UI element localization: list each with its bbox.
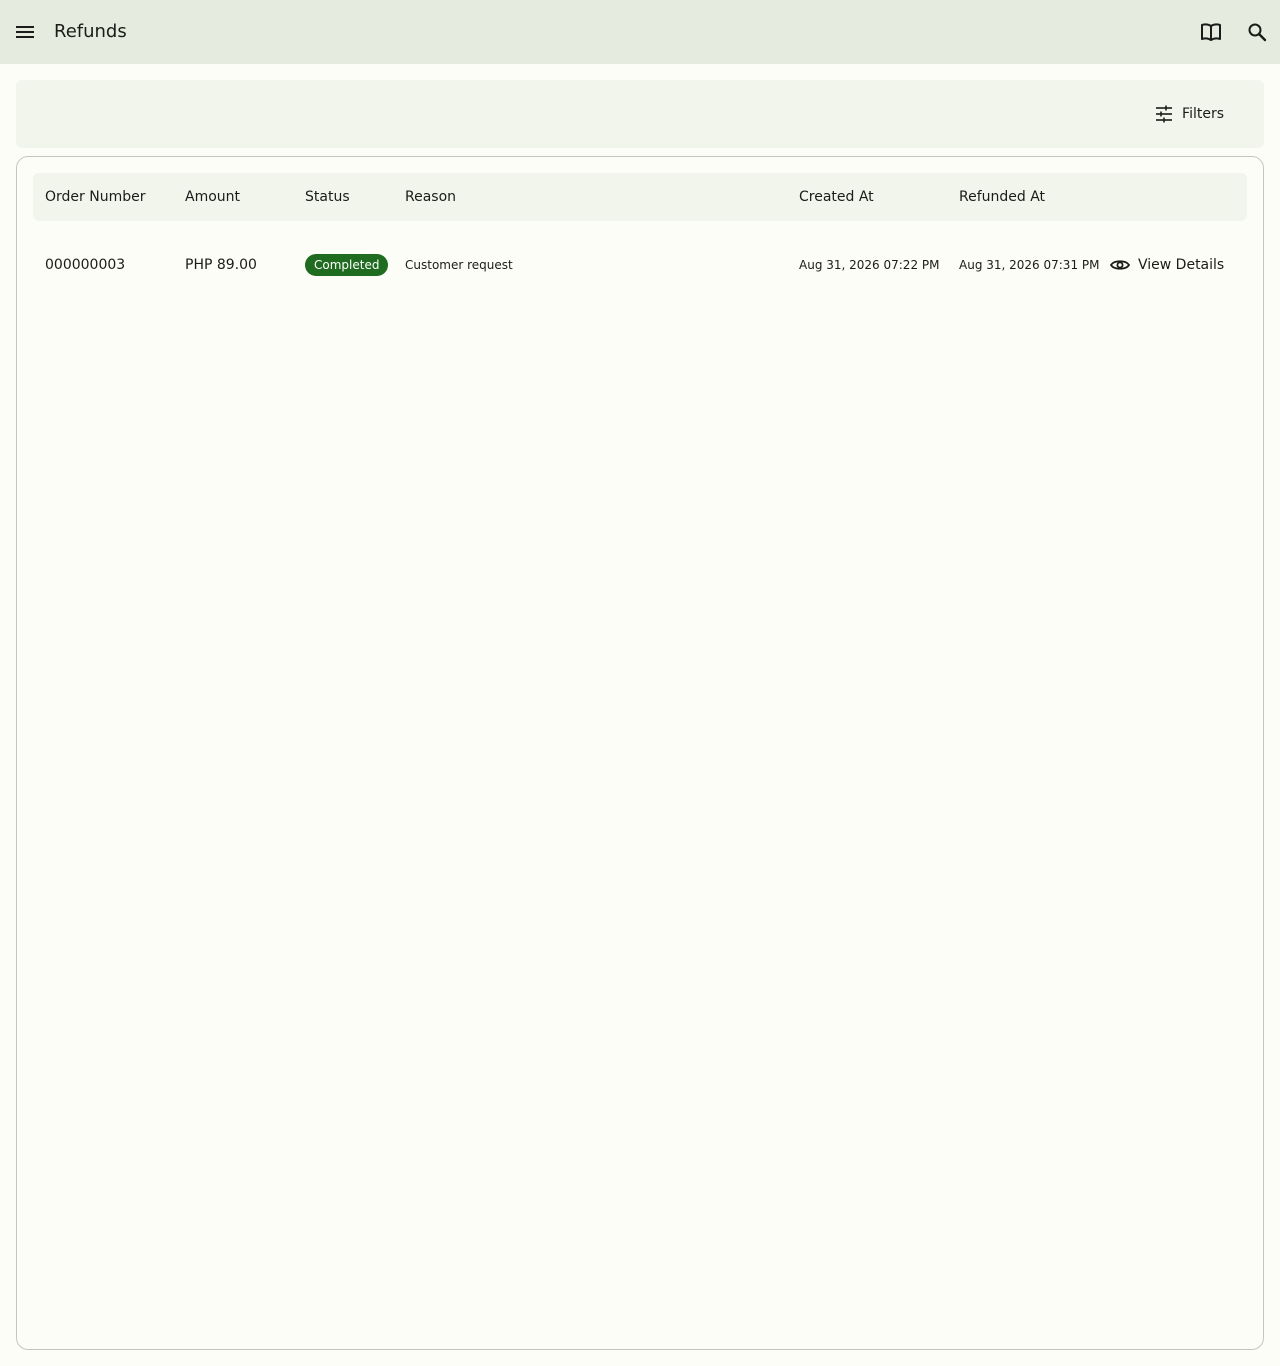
tune-icon (1156, 105, 1173, 123)
book-icon (1201, 23, 1221, 41)
column-refunded-at[interactable]: Refunded At (959, 173, 1045, 221)
view-details-button[interactable]: View Details (1110, 257, 1224, 273)
menu-button[interactable] (13, 20, 37, 44)
order-number-cell: 000000003 (45, 257, 126, 273)
column-order-number[interactable]: Order Number (45, 173, 145, 221)
table-row[interactable]: 000000003 PHP 89.00 Completed Customer r… (33, 237, 1247, 293)
created-at-cell: Aug 31, 2026 07:22 PM (799, 258, 940, 272)
actions-cell: View Details (1110, 237, 1224, 293)
search-icon (1248, 23, 1267, 42)
column-reason[interactable]: Reason (405, 173, 456, 221)
status-badge: Completed (305, 254, 389, 276)
refunds-table: Order Number Amount Status Reason Create… (16, 156, 1264, 1350)
filters-button[interactable]: Filters (1154, 102, 1224, 126)
column-created-at[interactable]: Created At (799, 173, 874, 221)
column-status[interactable]: Status (305, 173, 350, 221)
app-bar: Refunds (0, 0, 1280, 64)
filter-bar: Filters (16, 80, 1264, 148)
search-button[interactable] (1245, 20, 1269, 44)
eye-icon (1110, 260, 1130, 270)
refunded-at-cell: Aug 31, 2026 07:31 PM (959, 258, 1100, 272)
view-details-label: View Details (1138, 257, 1225, 273)
menu-icon (16, 26, 34, 38)
page-title: Refunds (54, 21, 127, 42)
documentation-button[interactable] (1199, 20, 1223, 44)
filters-label: Filters (1182, 106, 1224, 122)
reason-cell: Customer request (405, 258, 513, 272)
table-header: Order Number Amount Status Reason Create… (33, 173, 1247, 221)
status-cell: Completed (305, 237, 389, 293)
amount-cell: PHP 89.00 (185, 257, 257, 273)
column-amount[interactable]: Amount (185, 173, 240, 221)
